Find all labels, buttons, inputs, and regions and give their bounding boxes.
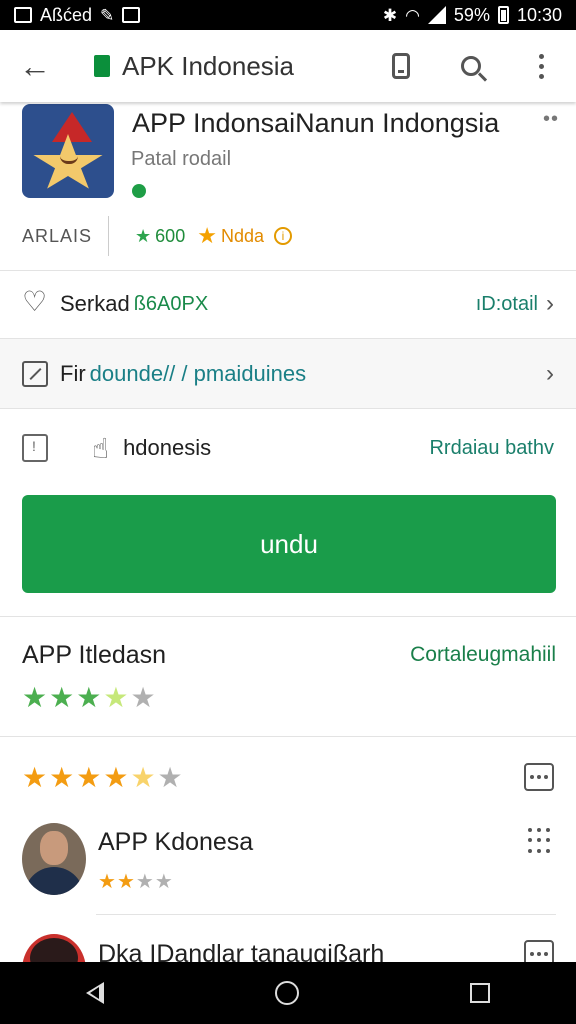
rating-section-title: APP Itledasn (22, 641, 167, 669)
rating-stars: ★ ★ ★ ★ ★ (22, 681, 156, 714)
star-empty-icon: ★ (154, 871, 173, 893)
divider (0, 736, 576, 737)
star-icon: ★ (49, 762, 75, 793)
app-meta: ARLAIS ★ 600 ★ Ndda i (22, 214, 562, 258)
info-icon[interactable]: i (273, 227, 292, 245)
star-icon: ★ (98, 871, 116, 893)
star-icon: ★ (116, 871, 135, 893)
divider (96, 914, 556, 915)
details-link[interactable]: ıD:otail › (476, 290, 554, 318)
star-empty-icon: ★ (135, 871, 154, 893)
arrow-left-icon: ← (19, 47, 51, 84)
editors-choice-badge: ★ Ndda i (197, 223, 292, 249)
device-button[interactable] (366, 30, 436, 102)
editors-choice-label: Ndda (220, 225, 264, 246)
app-bar-title: APK Indonesia (122, 50, 295, 81)
comment-icon[interactable] (524, 763, 554, 791)
permissions-prefix: Fir (60, 360, 86, 386)
search-button[interactable] (436, 30, 506, 102)
review-menu-icon[interactable] (528, 828, 554, 854)
store-lock-icon (94, 55, 110, 77)
compatibility-row: ☝ hdonesis Rrdaiau bathv (0, 410, 576, 486)
avatar (22, 823, 86, 895)
wishlist-label: Serkad (60, 291, 130, 316)
more-vert-icon (538, 53, 544, 79)
verified-icon (132, 184, 146, 198)
thumbs-up-icon: ☝ (92, 432, 110, 464)
phone-icon (392, 53, 410, 79)
wishlist-row[interactable]: Serkad ß6A0PX ıD:otail › (0, 271, 576, 337)
clock: 10:30 (516, 4, 562, 25)
star-icon: ★ (76, 682, 102, 713)
wishlist-tag: ß6A0PX (133, 292, 209, 315)
paint-icon: ✎ (100, 5, 115, 25)
status-left: Aßćed ✎ (14, 4, 141, 26)
downloads-badge: ★ 600 (135, 226, 185, 247)
star-icon: ★ (197, 223, 217, 248)
star-icon: ★ (22, 682, 48, 713)
gallery-icon (122, 7, 141, 23)
developer-name[interactable]: Patal rodail (131, 148, 231, 171)
image-icon (14, 7, 32, 23)
battery-icon (497, 6, 509, 24)
star-icon: ★ (49, 682, 75, 713)
app-bar: ← APK Indonesia (0, 30, 576, 102)
app-icon (22, 104, 114, 198)
device-alert-icon (22, 434, 48, 462)
star-half-icon: ★ (103, 682, 129, 713)
system-nav-bar (0, 962, 576, 1024)
star-icon: ★ (76, 762, 102, 793)
chevron-right-icon: › (546, 359, 554, 387)
star-icon: ★ (135, 225, 152, 246)
star-icon: ★ (103, 762, 129, 793)
compatibility-link[interactable]: Rrdaiau bathv (429, 437, 554, 460)
bluetooth-icon: ✱ (382, 5, 398, 25)
install-button[interactable]: undu (22, 495, 556, 593)
divider (0, 408, 576, 409)
nav-back-icon[interactable] (85, 982, 104, 1004)
star-icon: ★ (22, 762, 48, 793)
app-header: APP IndonsaiNanun Indongsia •• Patal rod… (0, 102, 576, 270)
permissions-chevron[interactable]: › (546, 360, 554, 388)
star-empty-icon: ★ (157, 762, 183, 793)
install-button-label: undu (260, 528, 318, 559)
nav-home-icon[interactable] (274, 981, 299, 1005)
permissions-text: dounde// / pmaiduines (89, 360, 307, 386)
app-bar-actions (366, 30, 576, 102)
permissions-row[interactable]: Fir dounde// / pmaiduines › (0, 339, 576, 408)
details-link-label: ıD:otail (475, 292, 538, 315)
overflow-menu-button[interactable] (506, 30, 576, 102)
app-title: APP IndonsaiNanun Indongsia (132, 108, 500, 138)
status-right: ✱ ◠ 59% 10:30 (383, 5, 562, 26)
search-icon (461, 56, 481, 76)
star-half-icon: ★ (130, 762, 156, 793)
rating-section-link[interactable]: Cortaleugmahiil (410, 643, 556, 667)
compatibility-link-label: Rrdaiau bathv (429, 436, 554, 459)
status-bar: Aßćed ✎ ✱ ◠ 59% 10:30 (0, 0, 576, 30)
user-rating-stars[interactable]: ★ ★ ★ ★ ★ ★ (22, 761, 183, 794)
heart-icon (22, 285, 48, 318)
content-rating: ARLAIS (22, 216, 110, 256)
divider (0, 616, 576, 617)
more-options-icon[interactable]: •• (543, 108, 559, 131)
compatibility-text: hdonesis (123, 435, 212, 460)
chevron-right-icon: › (546, 290, 554, 317)
back-button[interactable]: ← (0, 30, 70, 102)
star-empty-icon: ★ (130, 682, 156, 713)
status-left-text: Aßćed (40, 4, 93, 25)
review-stars: ★ ★ ★ ★ (98, 869, 173, 894)
battery-text: 59% (453, 4, 490, 25)
reviewer-name: APP Kdonesa (98, 828, 254, 856)
signal-icon (427, 6, 446, 24)
nav-recents-icon[interactable] (470, 983, 491, 1003)
edit-icon (22, 360, 48, 387)
wifi-icon: ◠ (405, 5, 420, 25)
downloads-count: 600 (155, 225, 186, 246)
